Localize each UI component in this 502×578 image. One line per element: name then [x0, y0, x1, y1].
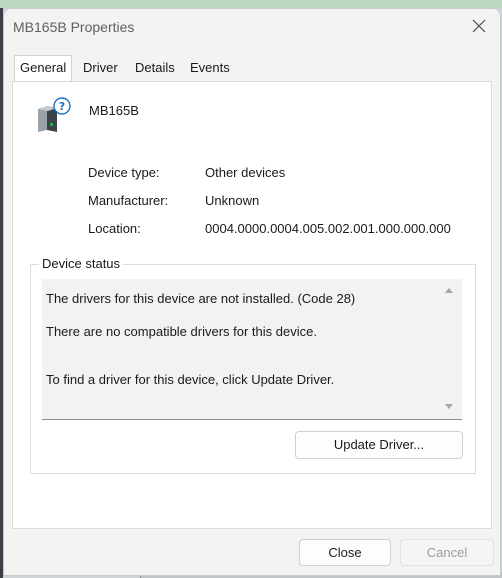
svg-text:?: ?: [59, 100, 65, 113]
tab-strip: General Driver Details Events: [4, 55, 500, 81]
cancel-button[interactable]: Cancel: [400, 539, 494, 566]
close-button[interactable]: Close: [299, 539, 391, 566]
device-status-group: Device status The drivers for this devic…: [30, 256, 476, 474]
status-line-compatible: There are no compatible drivers for this…: [46, 324, 317, 339]
status-line-instruction: To find a driver for this device, click …: [46, 372, 335, 387]
tab-details[interactable]: Details: [135, 60, 175, 80]
title-bar[interactable]: MB165B Properties: [4, 9, 500, 45]
device-status-textbox[interactable]: The drivers for this device are not inst…: [42, 279, 462, 420]
close-icon[interactable]: [468, 15, 490, 37]
status-line-code: The drivers for this device are not inst…: [46, 291, 356, 306]
background-window-strip: [0, 0, 502, 8]
device-type-label: Device type:: [88, 165, 160, 180]
scroll-up-arrow-icon[interactable]: [445, 288, 453, 293]
general-tab-panel: ? MB165B Device type: Other devices Manu…: [12, 81, 492, 529]
device-status-legend: Device status: [39, 256, 124, 271]
tab-general[interactable]: General: [14, 55, 73, 81]
update-driver-button[interactable]: Update Driver...: [295, 431, 463, 459]
window-title: MB165B Properties: [13, 19, 135, 35]
manufacturer-value: Unknown: [205, 193, 260, 208]
manufacturer-label: Manufacturer:: [88, 193, 169, 208]
scroll-down-arrow-icon[interactable]: [445, 404, 453, 409]
tab-driver[interactable]: Driver: [83, 60, 118, 80]
tab-events[interactable]: Events: [190, 60, 230, 80]
unknown-device-icon: ?: [38, 97, 71, 132]
properties-dialog: MB165B Properties General Driver Details…: [3, 8, 501, 576]
location-label: Location:: [88, 221, 141, 236]
device-type-value: Other devices: [205, 165, 286, 180]
device-name: MB165B: [89, 103, 139, 118]
location-value: 0004.0000.0004.005.002.001.000.000.000: [205, 221, 451, 236]
